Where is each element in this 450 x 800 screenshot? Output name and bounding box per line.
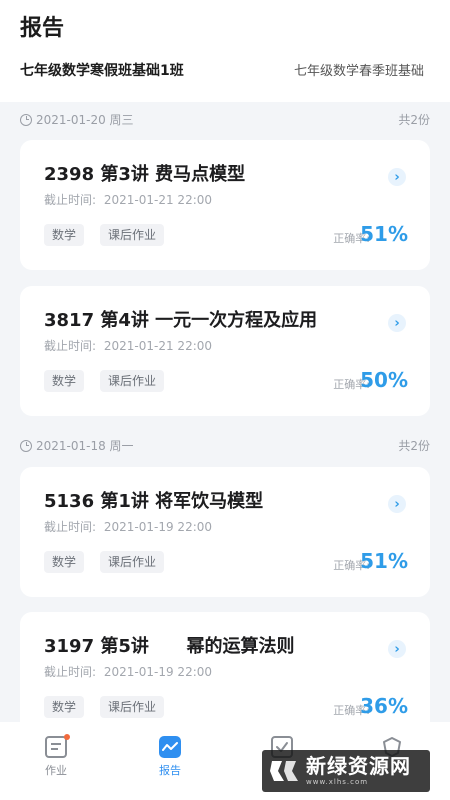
group-date-text: 2021-01-18 周一 [36,439,134,453]
report-card[interactable]: 3817 第4讲 一元一次方程及应用 › 截止时间: 2021-01-21 22… [20,286,430,416]
clock-icon [20,113,32,126]
tab-report-label: 报告 [159,764,181,777]
watermark-title: 新绿资源网 [306,754,411,778]
watermark-text: 新绿资源网 www.xlhs.com [306,755,411,787]
group-date: 2021-01-18 周一 [20,437,134,454]
chevron-right-icon[interactable]: › [388,495,406,513]
homework-icon [45,734,70,758]
deadline-label: 截止时间: [44,193,97,207]
chevron-right-icon[interactable]: › [388,314,406,332]
accuracy-value: 36% [360,694,408,718]
deadline-value: 2021-01-21 22:00 [103,193,213,207]
subject-tag: 数学 [44,696,85,718]
group-count: 共2份 [398,113,430,127]
report-title: 5136 第1讲 将军饮马模型 [44,491,264,512]
subject-tag: 数学 [44,370,85,392]
type-tag: 课后作业 [100,370,165,392]
report-title: 2398 第3讲 费马点模型 [44,164,246,185]
watermark-url: www.xlhs.com [306,778,369,786]
accuracy-value: 51% [360,222,408,246]
deadline-label: 截止时间: [44,520,97,534]
chevron-right-icon[interactable]: › [388,640,406,658]
watermark-logo-icon [268,755,300,787]
tab-homework-label: 作业 [45,764,67,777]
deadline: 截止时间: 2021-01-19 22:00 [44,663,216,680]
header: 报告 七年级数学寒假班基础1班 七年级数学春季班基础 [0,0,450,102]
tab-report[interactable]: 报告 [140,736,200,778]
report-card[interactable]: 5136 第1讲 将军饮马模型 › 截止时间: 2021-01-19 22:00… [20,467,430,597]
group-date-text: 2021-01-20 周三 [36,113,134,127]
chevron-right-icon[interactable]: › [388,168,406,186]
type-tag: 课后作业 [100,696,165,718]
tab-spring-class[interactable]: 七年级数学春季班基础 [294,60,424,79]
deadline-value: 2021-01-19 22:00 [103,520,213,534]
class-tabs: 七年级数学寒假班基础1班 七年级数学春季班基础 [0,60,450,94]
deadline-label: 截止时间: [44,665,97,679]
deadline: 截止时间: 2021-01-21 22:00 [44,337,216,354]
deadline-value: 2021-01-19 22:00 [103,665,213,679]
notification-dot [64,734,70,740]
date-group-header: 2021-01-18 周一 共2份 [0,434,450,456]
accuracy-value: 50% [360,368,408,392]
deadline-value: 2021-01-21 22:00 [103,339,213,353]
watermark: 新绿资源网 www.xlhs.com [262,750,430,792]
group-date: 2021-01-20 周三 [20,111,134,128]
report-title: 3817 第4讲 一元一次方程及应用 [44,310,318,331]
date-group-header: 2021-01-20 周三 共2份 [0,108,450,130]
clock-icon [20,439,32,452]
deadline: 截止时间: 2021-01-21 22:00 [44,191,216,208]
page-title: 报告 [20,16,65,41]
tab-homework[interactable]: 作业 [26,734,86,778]
report-card[interactable]: 2398 第3讲 费马点模型 › 截止时间: 2021-01-21 22:00 … [20,140,430,270]
subject-tag: 数学 [44,551,85,573]
subject-tag: 数学 [44,224,85,246]
type-tag: 课后作业 [100,551,165,573]
tab-winter-class[interactable]: 七年级数学寒假班基础1班 [20,60,184,80]
report-title: 3197 第5讲 幂的运算法则 [44,636,295,657]
deadline: 截止时间: 2021-01-19 22:00 [44,518,216,535]
accuracy-value: 51% [360,549,408,573]
type-tag: 课后作业 [100,224,165,246]
group-count: 共2份 [398,439,430,453]
deadline-label: 截止时间: [44,339,97,353]
report-icon [159,736,181,758]
